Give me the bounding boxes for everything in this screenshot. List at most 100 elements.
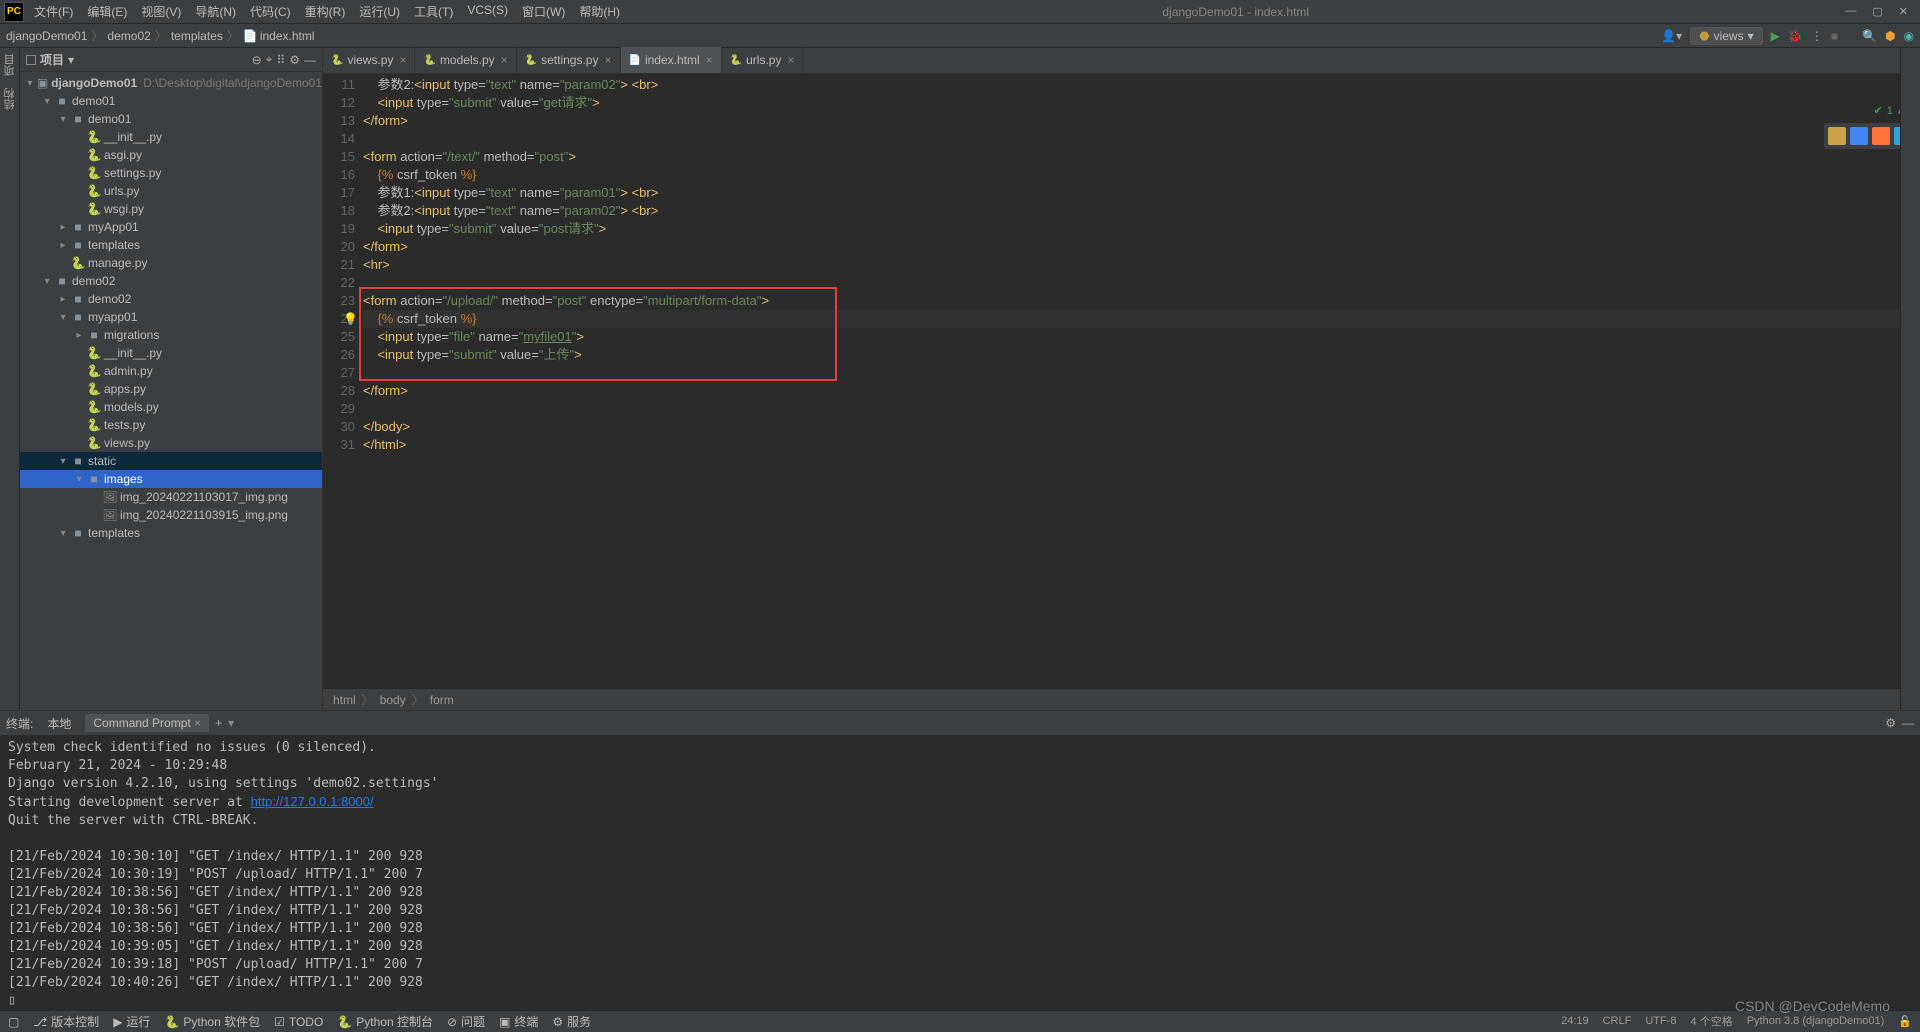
menu-item[interactable]: 导航(N) bbox=[189, 1, 242, 22]
menu-item[interactable]: 视图(V) bbox=[135, 1, 187, 22]
more-run-icon[interactable]: ⋮ bbox=[1811, 29, 1823, 43]
editor-tab[interactable]: 🐍models.py× bbox=[415, 47, 516, 73]
bottombar-item[interactable]: ⎇版本控制 bbox=[33, 1013, 99, 1030]
menu-item[interactable]: 重构(R) bbox=[299, 1, 352, 22]
code-crumb[interactable]: html bbox=[333, 693, 356, 707]
terminal-tab-cmd[interactable]: Command Prompt × bbox=[85, 714, 209, 732]
tree-root[interactable]: ▾▣djangoDemo01D:\Desktop\digital\djangoD… bbox=[20, 74, 322, 92]
minimize-icon[interactable]: — bbox=[1845, 5, 1856, 18]
toolstrip-item[interactable]: 项目 bbox=[0, 48, 20, 82]
tree-item[interactable]: 🐍urls.py bbox=[20, 182, 322, 200]
encoding[interactable]: UTF-8 bbox=[1645, 1015, 1676, 1027]
tree-item[interactable]: 🐍asgi.py bbox=[20, 146, 322, 164]
tree-item[interactable]: 🖼img_20240221103017_img.png bbox=[20, 488, 322, 506]
run-icon[interactable]: ▶ bbox=[1771, 29, 1780, 43]
gear-icon[interactable]: ⚙ bbox=[289, 53, 300, 67]
menu-item[interactable]: 代码(C) bbox=[244, 1, 297, 22]
tree-item[interactable]: 🐍wsgi.py bbox=[20, 200, 322, 218]
menu-item[interactable]: 编辑(E) bbox=[81, 1, 133, 22]
tree-item[interactable]: ▾■images bbox=[20, 470, 322, 488]
tree-item[interactable]: 🖼img_20240221103915_img.png bbox=[20, 506, 322, 524]
locate-icon[interactable]: ⌖ bbox=[266, 52, 273, 67]
tree-item[interactable]: ▾■demo01 bbox=[20, 110, 322, 128]
tree-item[interactable]: 🐍manage.py bbox=[20, 254, 322, 272]
bottombar-item[interactable]: ▶运行 bbox=[113, 1013, 150, 1030]
menu-item[interactable]: 帮助(H) bbox=[573, 1, 626, 22]
editor-tab[interactable]: 🐍settings.py× bbox=[517, 47, 621, 73]
editor-tab[interactable]: 🐍urls.py× bbox=[722, 47, 804, 73]
terminal-tab-local[interactable]: 本地 bbox=[39, 713, 79, 734]
toolstrip-item[interactable]: 结构 bbox=[0, 82, 20, 116]
search-icon[interactable]: 🔍 bbox=[1862, 29, 1877, 43]
maximize-icon[interactable]: ▢ bbox=[1872, 5, 1882, 18]
tree-item[interactable]: 🐍tests.py bbox=[20, 416, 322, 434]
debug-icon[interactable]: 🐞 bbox=[1788, 29, 1803, 43]
line-separator[interactable]: CRLF bbox=[1603, 1015, 1632, 1027]
breadcrumb-item[interactable]: demo02 bbox=[107, 29, 150, 43]
gear-icon[interactable]: ⚙ bbox=[1885, 716, 1896, 730]
cursor-position[interactable]: 24:19 bbox=[1561, 1015, 1589, 1027]
close-icon[interactable]: ✕ bbox=[1899, 5, 1908, 18]
close-icon[interactable]: × bbox=[706, 53, 713, 67]
toolwindow-icon[interactable]: ▢ bbox=[8, 1015, 19, 1029]
chrome-icon[interactable] bbox=[1850, 127, 1868, 145]
editor-tab[interactable]: 🐍views.py× bbox=[323, 47, 415, 73]
menu-item[interactable]: 窗口(W) bbox=[516, 1, 571, 22]
breadcrumb-item[interactable]: templates bbox=[171, 29, 223, 43]
close-icon[interactable]: × bbox=[604, 53, 611, 67]
tree-item[interactable]: ▸■myApp01 bbox=[20, 218, 322, 236]
firefox-icon[interactable] bbox=[1872, 127, 1890, 145]
bottombar-item[interactable]: 🐍Python 软件包 bbox=[164, 1013, 260, 1030]
menu-item[interactable]: 工具(T) bbox=[408, 1, 459, 22]
avatar-icon[interactable]: ◉ bbox=[1904, 29, 1914, 43]
tree-item[interactable]: ▾■static bbox=[20, 452, 322, 470]
code-lines[interactable]: 参数2:<input type="text" name="param02"> <… bbox=[363, 74, 1920, 688]
collapse-icon[interactable]: ⊖ bbox=[252, 53, 262, 67]
tree-item[interactable]: 🐍views.py bbox=[20, 434, 322, 452]
tree-item[interactable]: 🐍__init__.py bbox=[20, 128, 322, 146]
tree-item[interactable]: 🐍models.py bbox=[20, 398, 322, 416]
close-icon[interactable]: × bbox=[501, 53, 508, 67]
breadcrumb-item[interactable]: 📄index.html bbox=[243, 29, 315, 43]
tree-item[interactable]: 🐍settings.py bbox=[20, 164, 322, 182]
indent[interactable]: 4 个空格 bbox=[1691, 1013, 1733, 1029]
user-icon[interactable]: 👤▾ bbox=[1661, 29, 1682, 43]
server-url-link[interactable]: http://127.0.0.1:8000/ bbox=[251, 794, 374, 809]
tree-item[interactable]: 🐍admin.py bbox=[20, 362, 322, 380]
close-icon[interactable]: × bbox=[194, 716, 201, 730]
bottombar-item[interactable]: 🐍Python 控制台 bbox=[337, 1013, 433, 1030]
editor-tab[interactable]: 📄index.html× bbox=[621, 47, 722, 73]
tree-item[interactable]: ▾■demo02 bbox=[20, 272, 322, 290]
tree-item[interactable]: ▸■demo02 bbox=[20, 290, 322, 308]
project-tree[interactable]: ▾▣djangoDemo01D:\Desktop\digital\djangoD… bbox=[20, 72, 322, 544]
lock-icon[interactable]: 🔓 bbox=[1898, 1015, 1912, 1028]
options-icon[interactable]: ⠿ bbox=[276, 53, 285, 67]
bulb-icon[interactable]: 💡 bbox=[343, 310, 358, 328]
bottombar-item[interactable]: ⊘问题 bbox=[447, 1013, 485, 1030]
tree-item[interactable]: ▸■templates bbox=[20, 236, 322, 254]
run-config-selector[interactable]: ⬣ views ▾ bbox=[1690, 27, 1763, 45]
stop-icon[interactable]: ■ bbox=[1831, 29, 1838, 43]
hide-icon[interactable]: — bbox=[1902, 716, 1914, 730]
tree-item[interactable]: ▾■demo01 bbox=[20, 92, 322, 110]
bottombar-item[interactable]: ⚙服务 bbox=[552, 1013, 591, 1030]
chevron-down-icon[interactable]: ▾ bbox=[68, 53, 74, 67]
breadcrumb-item[interactable]: djangoDemo01 bbox=[6, 29, 87, 43]
chevron-down-icon[interactable]: ▾ bbox=[228, 716, 234, 730]
code-editor[interactable]: 1112131415161718192021222324252627282930… bbox=[323, 74, 1920, 688]
bottombar-item[interactable]: ☑TODO bbox=[274, 1015, 323, 1029]
hide-icon[interactable]: — bbox=[304, 53, 316, 67]
menu-item[interactable]: 文件(F) bbox=[28, 1, 79, 22]
close-icon[interactable]: × bbox=[787, 53, 794, 67]
code-crumb[interactable]: form bbox=[430, 693, 454, 707]
terminal-output[interactable]: System check identified no issues (0 sil… bbox=[0, 735, 1920, 1010]
menu-item[interactable]: 运行(U) bbox=[353, 1, 406, 22]
new-tab-icon[interactable]: + bbox=[215, 716, 222, 730]
tree-item[interactable]: ▾■myapp01 bbox=[20, 308, 322, 326]
tree-item[interactable]: ▸■migrations bbox=[20, 326, 322, 344]
tree-item[interactable]: 🐍apps.py bbox=[20, 380, 322, 398]
tree-item[interactable]: ▾■templates bbox=[20, 524, 322, 542]
menu-item[interactable]: VCS(S) bbox=[461, 1, 514, 22]
pycharm-icon[interactable] bbox=[1828, 127, 1846, 145]
code-crumb[interactable]: body bbox=[380, 693, 406, 707]
